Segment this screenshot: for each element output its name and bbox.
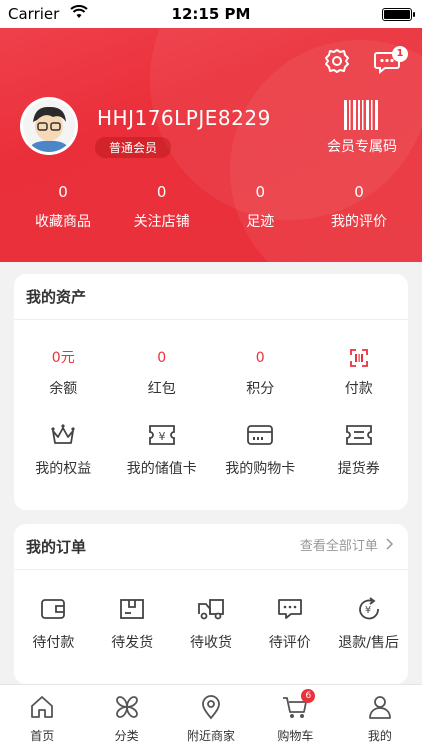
tab-nearby[interactable]: 附近商家 — [169, 685, 253, 750]
payment-code-icon — [310, 348, 409, 368]
tab-label: 我的 — [367, 729, 392, 743]
bottom-tab-bar: 首页 分类 附近商家 6 购物车 我的 — [0, 684, 422, 750]
comment-icon — [250, 596, 329, 622]
order-pending-receipt[interactable]: 待收货 — [172, 596, 251, 652]
red-packet-value: 0 — [157, 350, 167, 366]
order-label: 待收货 — [189, 635, 232, 651]
stat-label: 我的评价 — [330, 214, 387, 230]
avatar[interactable] — [20, 97, 78, 155]
stat-label: 足迹 — [246, 214, 275, 230]
shopping-card-label: 我的购物卡 — [225, 461, 296, 477]
benefits-label: 我的权益 — [35, 461, 92, 477]
stored-value-card-icon: ¥ — [113, 422, 212, 448]
svg-text:¥: ¥ — [158, 430, 165, 443]
orders-card: 我的订单 查看全部订单 待付款 待发货 待收货 待评价 ¥ 退款/售后 — [14, 524, 408, 684]
order-label: 退款/售后 — [338, 635, 399, 651]
stored-card-label: 我的储值卡 — [126, 461, 197, 477]
points-value: 0 — [255, 350, 265, 366]
order-label: 待付款 — [32, 635, 75, 651]
profile-header: Carrier 12:15 PM 1 HHJ176LPJE8229 普通会员 会… — [0, 0, 422, 262]
status-bar: Carrier 12:15 PM — [0, 0, 422, 28]
clock: 12:15 PM — [171, 5, 251, 23]
payment-item[interactable]: 付款 — [310, 348, 409, 398]
pickup-coupon-item[interactable]: 提货券 — [310, 422, 409, 478]
payment-label: 付款 — [344, 381, 373, 397]
assets-title: 我的资产 — [14, 274, 408, 320]
tab-label: 购物车 — [277, 729, 314, 743]
username: HHJ176LPJE8229 — [97, 106, 271, 130]
tab-label: 附近商家 — [187, 729, 236, 743]
cart-badge: 6 — [301, 689, 316, 703]
stat-followed-shops[interactable]: 0 关注店铺 — [113, 183, 211, 231]
stat-reviews[interactable]: 0 我的评价 — [310, 183, 408, 231]
balance-value: 0元 — [51, 350, 75, 366]
order-label: 待发货 — [111, 635, 154, 651]
stat-value: 0 — [354, 183, 364, 201]
stored-card-item[interactable]: ¥ 我的储值卡 — [113, 422, 212, 478]
red-packet-item[interactable]: 0 红包 — [113, 348, 212, 398]
member-code-button[interactable]: 会员专属码 — [326, 100, 398, 156]
member-level-badge: 普通会员 — [95, 137, 172, 158]
stat-footprints[interactable]: 0 足迹 — [211, 183, 309, 231]
coupon-icon — [310, 422, 409, 448]
order-pending-shipment[interactable]: 待发货 — [93, 596, 172, 652]
pickup-coupon-label: 提货券 — [337, 461, 380, 477]
barcode-icon — [344, 100, 378, 130]
chevron-right-icon — [386, 538, 394, 554]
member-code-label: 会员专属码 — [327, 139, 397, 155]
stat-value: 0 — [156, 183, 167, 201]
tab-label: 首页 — [30, 729, 55, 743]
tab-home[interactable]: 首页 — [0, 685, 84, 750]
red-packet-label: 红包 — [147, 381, 176, 397]
order-label: 待评价 — [268, 635, 311, 651]
order-refund-aftersale[interactable]: ¥ 退款/售后 — [329, 596, 408, 652]
order-pending-review[interactable]: 待评价 — [250, 596, 329, 652]
message-badge: 1 — [392, 46, 408, 62]
refund-icon: ¥ — [329, 596, 408, 622]
messages-button[interactable]: 1 — [370, 44, 408, 78]
benefits-item[interactable]: 我的权益 — [14, 422, 113, 478]
balance-label: 余额 — [49, 381, 78, 397]
order-pending-payment[interactable]: 待付款 — [14, 596, 93, 652]
shopping-card-item[interactable]: 我的购物卡 — [211, 422, 310, 478]
view-all-orders-link[interactable]: 查看全部订单 — [300, 524, 394, 570]
wallet-icon — [14, 596, 93, 622]
tab-cart[interactable]: 6 购物车 — [253, 685, 337, 750]
box-icon — [93, 596, 172, 622]
profile-icon — [368, 696, 391, 719]
stat-label: 关注店铺 — [133, 214, 190, 230]
gear-icon — [325, 49, 349, 73]
battery-icon — [382, 8, 415, 21]
svg-text:¥: ¥ — [364, 605, 370, 616]
stat-value: 0 — [58, 183, 68, 201]
settings-button[interactable] — [320, 44, 354, 78]
home-icon — [31, 696, 54, 718]
stat-label: 收藏商品 — [35, 214, 91, 230]
location-icon — [202, 695, 220, 720]
shopping-card-icon — [211, 422, 310, 448]
tab-category[interactable]: 分类 — [84, 685, 168, 750]
assets-card: 我的资产 0元 余额 0 红包 0 积分 付款 我的权益 ¥ 我的储值卡 我的购… — [14, 274, 408, 510]
category-icon — [115, 696, 138, 718]
stat-favorites[interactable]: 0 收藏商品 — [14, 183, 112, 231]
points-item[interactable]: 0 积分 — [211, 348, 310, 398]
tab-profile[interactable]: 我的 — [338, 685, 422, 750]
truck-icon — [172, 596, 251, 622]
stat-value: 0 — [255, 183, 266, 201]
balance-item[interactable]: 0元 余额 — [14, 348, 113, 398]
crown-icon — [14, 422, 113, 448]
points-label: 积分 — [246, 381, 275, 397]
tab-label: 分类 — [114, 729, 139, 743]
view-all-orders-label: 查看全部订单 — [299, 539, 378, 554]
